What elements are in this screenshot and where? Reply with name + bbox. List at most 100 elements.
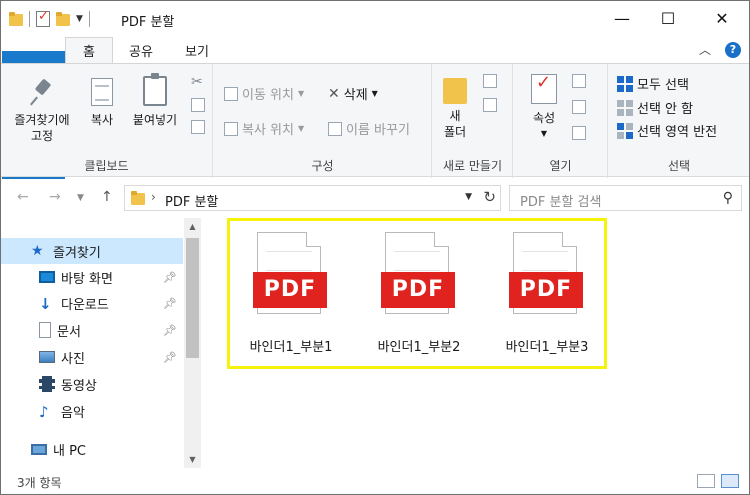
new-item-icon[interactable]	[483, 74, 497, 88]
select-all-label: 모두 선택	[637, 78, 689, 93]
pin-icon: 📌︎	[163, 270, 177, 284]
ribbon-home: 즐겨찾기에 고정 복사 붙여넣기 ✂ 클립보드 이동 위치 ▼ ✕ 삭제 ▼ 복…	[1, 63, 749, 178]
organize-group: 이동 위치 ▼ ✕ 삭제 ▼ 복사 위치 ▼ 이름 바꾸기 구성	[214, 64, 432, 178]
nav-item-label: 즐겨찾기	[53, 245, 101, 261]
copy-to-button[interactable]: 복사 위치 ▼	[224, 119, 304, 138]
pin-to-quick-access-button[interactable]: 즐겨찾기에 고정	[7, 78, 77, 144]
pin-icon: 📌︎	[163, 296, 177, 310]
nav-item-downloads[interactable]: ↓ 다운로드 📌︎	[1, 290, 183, 316]
breadcrumb-chevron-icon[interactable]: ›	[151, 190, 156, 204]
copy-icon	[91, 78, 113, 106]
new-folder-icon[interactable]	[56, 11, 70, 27]
select-all-button[interactable]: 모두 선택	[617, 74, 689, 93]
select-all-icon	[617, 75, 633, 92]
pictures-icon	[39, 351, 55, 363]
file-item[interactable]: PDF 바인더1_부분1	[235, 232, 347, 360]
close-button[interactable]: ✕	[699, 1, 745, 35]
pin-label-line2: 고정	[30, 129, 54, 143]
status-bar: 3개 항목	[1, 468, 749, 494]
nav-item-videos[interactable]: 동영상	[1, 371, 183, 397]
maximize-button[interactable]: ☐	[645, 1, 691, 35]
delete-button[interactable]: ✕ 삭제 ▼	[328, 84, 378, 104]
properties-button[interactable]: 속성 ▼	[522, 74, 566, 142]
large-icons-view-icon[interactable]	[721, 474, 739, 488]
file-item[interactable]: PDF 바인더1_부분3	[491, 232, 603, 360]
back-arrow-icon[interactable]: ←	[17, 189, 29, 205]
paste-shortcut-icon[interactable]	[191, 120, 205, 134]
clipboard-icon	[143, 73, 167, 106]
copy-to-icon	[224, 121, 238, 136]
pin-icon	[31, 78, 53, 106]
rename-button[interactable]: 이름 바꾸기	[328, 119, 410, 138]
item-count: 3개 항목	[17, 476, 62, 490]
chevron-down-icon: ▼	[297, 124, 305, 133]
select-none-button[interactable]: 선택 안 함	[617, 98, 693, 117]
new-group: 새 폴더 새로 만들기	[433, 64, 513, 178]
file-item[interactable]: PDF 바인더1_부분2	[363, 232, 475, 360]
toolbar-divider	[88, 11, 90, 27]
nav-item-documents[interactable]: 문서 📌︎	[1, 317, 183, 343]
title-bar: ▼ PDF 분할 — ☐ ✕	[1, 1, 749, 37]
copy-path-icon[interactable]	[191, 98, 205, 112]
nav-item-desktop[interactable]: 바탕 화면 📌︎	[1, 264, 183, 290]
nav-item-label: 음악	[61, 405, 85, 421]
history-icon[interactable]	[572, 126, 586, 140]
ribbon-tabs: 파일 홈 공유 보기 ︿ ?	[1, 37, 749, 179]
edit-icon[interactable]	[572, 100, 586, 114]
nav-item-label: 문서	[57, 324, 81, 340]
star-icon: ★	[31, 243, 44, 259]
minimize-button[interactable]: —	[599, 1, 645, 35]
breadcrumb-path[interactable]: PDF 분할	[165, 191, 218, 210]
chevron-down-icon: ▼	[297, 89, 305, 98]
scroll-up-arrow-icon[interactable]: ▲	[184, 218, 201, 235]
clipboard-group: 즐겨찾기에 고정 복사 붙여넣기 ✂ 클립보드	[1, 64, 213, 178]
properties-label: 속성	[532, 111, 556, 125]
recent-locations-chevron-icon[interactable]: ▼	[77, 193, 84, 203]
scroll-thumb[interactable]	[186, 238, 199, 358]
nav-scrollbar[interactable]: ▲ ▼	[184, 218, 201, 468]
cut-icon[interactable]: ✂	[191, 74, 203, 90]
quick-access-toolbar: ▼	[9, 9, 90, 28]
window-title: PDF 분할	[121, 15, 175, 30]
documents-icon	[39, 322, 51, 338]
search-icon[interactable]: ⚲	[723, 190, 733, 206]
open-icon[interactable]	[572, 74, 586, 88]
file-list: PDF 바인더1_부분1 PDF 바인더1_부분2 PDF 바인더1_부분3	[201, 218, 749, 468]
customize-toolbar-chevron-icon[interactable]: ▼	[76, 14, 83, 24]
collapse-ribbon-chevron-icon[interactable]: ︿	[699, 41, 711, 58]
up-arrow-icon[interactable]: ↑	[101, 189, 113, 205]
select-none-label: 선택 안 함	[637, 102, 694, 117]
tab-view[interactable]: 보기	[171, 37, 223, 63]
scroll-down-arrow-icon[interactable]: ▼	[184, 451, 201, 468]
new-folder-button[interactable]: 새 폴더	[437, 74, 473, 140]
forward-arrow-icon[interactable]: →	[49, 189, 61, 205]
address-field[interactable]: › PDF 분할 ▼ ↻	[124, 185, 501, 211]
open-group: 속성 ▼ 열기	[514, 64, 608, 178]
copy-button[interactable]: 복사	[83, 78, 121, 128]
nav-item-music[interactable]: ♪ 음악	[1, 398, 183, 424]
delete-label: 삭제	[343, 88, 368, 103]
details-view-icon[interactable]	[697, 474, 715, 488]
file-name: 바인더1_부분1	[249, 340, 333, 355]
tab-home[interactable]: 홈	[65, 37, 113, 63]
navigation-pane: ★ 즐겨찾기 바탕 화면 📌︎ ↓ 다운로드 📌︎ 문서 📌︎ 사진 📌︎ 동영…	[1, 218, 201, 468]
properties-icon[interactable]	[36, 9, 50, 27]
nav-item-quick-access[interactable]: ★ 즐겨찾기	[1, 238, 183, 264]
invert-selection-button[interactable]: 선택 영역 반전	[617, 121, 717, 140]
nav-item-this-pc[interactable]: 내 PC	[1, 436, 183, 462]
videos-icon	[39, 376, 55, 392]
paste-button[interactable]: 붙여넣기	[125, 73, 185, 128]
select-none-icon	[617, 99, 633, 116]
address-history-chevron-icon[interactable]: ▼	[465, 192, 472, 202]
pdf-badge: PDF	[253, 272, 327, 308]
organize-group-label: 구성	[311, 159, 334, 173]
folder-icon	[131, 190, 145, 206]
refresh-icon[interactable]: ↻	[483, 188, 496, 206]
help-icon[interactable]: ?	[725, 41, 741, 58]
search-input[interactable]: PDF 분할 검색 ⚲	[509, 185, 742, 211]
tab-share[interactable]: 공유	[115, 37, 167, 63]
easy-access-icon[interactable]	[483, 98, 497, 112]
new-folder-label-line2: 폴더	[443, 125, 467, 139]
move-to-button[interactable]: 이동 위치 ▼	[224, 84, 304, 103]
nav-item-pictures[interactable]: 사진 📌︎	[1, 344, 183, 370]
